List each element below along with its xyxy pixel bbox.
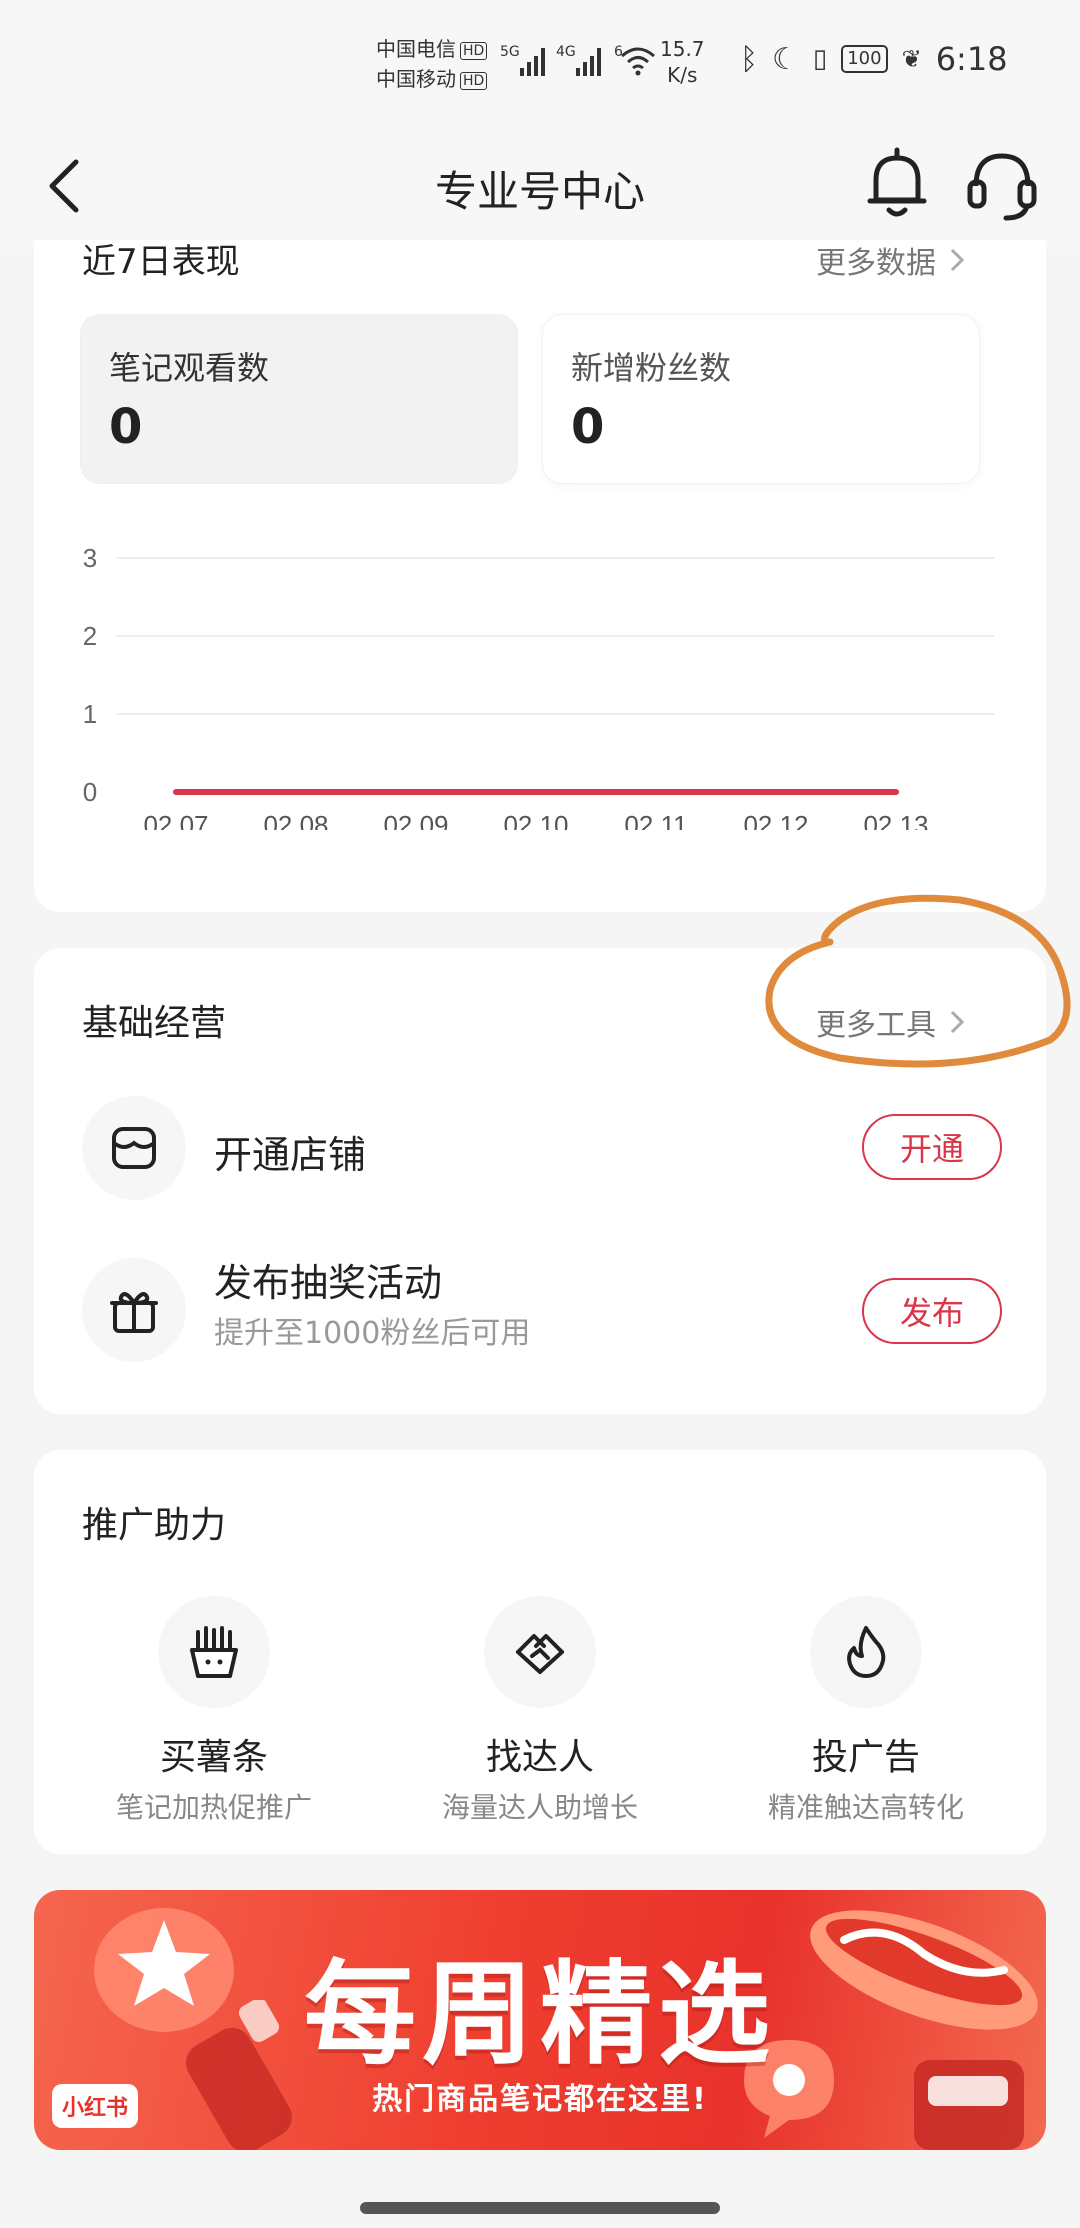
promo-subtitle: 海量达人助增长	[441, 1791, 638, 1824]
x-tick-label: 02.08	[263, 810, 328, 830]
performance-title: 近7日表现	[82, 242, 240, 282]
line-chart: 0 1 2 3 02.07 02.08 02.09 02.10 02.11 02.12 02.13	[83, 543, 994, 830]
wifi-icon	[621, 47, 655, 76]
stat-views-card[interactable]: 笔记观看数 0	[80, 314, 518, 484]
hd-badge: HD	[460, 41, 488, 60]
x-tick-label: 02.09	[383, 810, 448, 830]
carrier-1: 中国电信	[376, 37, 456, 61]
chevron-right-icon	[950, 248, 965, 272]
carrier-info: 中国电信 HD 中国移动 HD	[376, 34, 488, 94]
bell-icon	[867, 147, 927, 217]
y-tick-label: 2	[83, 621, 97, 651]
home-indicator[interactable]	[360, 2202, 720, 2214]
moon-icon: ☾	[772, 41, 799, 77]
bluetooth-icon: ᛒ	[740, 41, 758, 77]
flame-icon	[810, 1596, 922, 1708]
promo-title: 买薯条	[159, 1737, 268, 1778]
store-icon	[82, 1096, 186, 1200]
promo-advertise[interactable]: 投广告 精准触达高转化	[706, 1596, 1026, 1826]
performance-card: 近7日表现 更多数据 笔记观看数 0 新增粉丝数 0 0 1 2 3 02.07 02.0…	[34, 240, 1046, 912]
stat-followers-card[interactable]: 新增粉丝数 0	[542, 314, 980, 484]
x-tick-label: 02.07	[143, 810, 208, 830]
x-tick-label: 02.13	[863, 810, 928, 830]
brand-logo: 小红书	[52, 2084, 139, 2128]
banner-subtitle: 热门商品笔记都在这里!	[372, 2082, 708, 2117]
vibrate-icon: ▯	[812, 44, 828, 74]
status-bar: 中国电信 HD 中国移动 HD 5G 4G 6 15.7 K/s ᛒ ☾ ▯ 100…	[0, 0, 1080, 120]
clock: 6:18	[935, 40, 1008, 78]
stat-value: 0	[571, 399, 605, 455]
tool-title: 开通店铺	[214, 1133, 367, 1177]
promo-find-influencer[interactable]: 找达人 海量达人助增长	[380, 1596, 700, 1826]
more-data-link[interactable]: 更多数据	[816, 238, 966, 282]
x-tick-label: 02.11	[624, 810, 687, 830]
app-header: 专业号中心	[0, 120, 1080, 250]
open-store-button[interactable]: 开通	[862, 1114, 1002, 1180]
headset-icon	[967, 153, 1037, 221]
y-tick-label: 1	[83, 699, 97, 729]
network-speed: 15.7 K/s	[660, 37, 705, 87]
network-5g-label: 5G	[500, 44, 520, 60]
gift-icon	[82, 1258, 186, 1362]
notifications-button[interactable]	[862, 144, 932, 224]
basic-ops-title: 基础经营	[82, 1003, 227, 1044]
publish-lottery-button[interactable]: 发布	[862, 1278, 1002, 1344]
carrier-2: 中国移动	[376, 67, 456, 91]
promo-title: 投广告	[811, 1737, 920, 1778]
network-4g-label: 4G	[556, 44, 576, 60]
promo-subtitle: 笔记加热促推广	[115, 1791, 312, 1824]
banner-title: 每周精选	[304, 1950, 776, 2080]
stat-label: 新增粉丝数	[571, 349, 732, 387]
weekly-picks-banner[interactable]: 每周精选 热门商品笔记都在这里! 小红书	[34, 1890, 1046, 2150]
x-tick-label: 02.12	[743, 810, 808, 830]
chevron-right-icon	[950, 1010, 965, 1034]
stat-value: 0	[109, 399, 143, 455]
fries-icon	[158, 1596, 270, 1708]
battery-icon: 100	[841, 45, 888, 73]
promotion-card: 推广助力 买薯条 笔记加热促推广 找达人 海量达人助增长 投广告 精准触达高转化	[34, 1450, 1046, 1854]
tool-title: 发布抽奖活动	[214, 1261, 443, 1305]
y-tick-label: 3	[83, 543, 97, 573]
y-tick-label: 0	[83, 777, 97, 807]
customer-service-button[interactable]	[962, 142, 1042, 226]
tool-subtitle: 提升至1000粉丝后可用	[214, 1316, 531, 1351]
hd-badge: HD	[460, 71, 488, 90]
handshake-icon	[484, 1596, 596, 1708]
signal-bars-icon	[576, 46, 602, 76]
status-icons: ᛒ ☾ ▯ 100 ❦ 6:18	[740, 40, 1008, 78]
leaf-icon: ❦	[901, 45, 922, 73]
tool-lottery: 发布抽奖活动 提升至1000粉丝后可用 发布	[82, 1258, 1002, 1368]
signal-bars-icon	[520, 46, 546, 76]
stat-label: 笔记观看数	[109, 349, 270, 387]
x-tick-label: 02.10	[503, 810, 568, 830]
promo-subtitle: 精准触达高转化	[767, 1791, 964, 1824]
promo-buy-fries[interactable]: 买薯条 笔记加热促推广	[54, 1596, 374, 1826]
promotion-title: 推广助力	[82, 1505, 227, 1546]
basic-ops-card: 基础经营 更多工具 开通店铺 开通 发布抽奖活动 提升至1000粉丝后可用 发布	[34, 948, 1046, 1414]
tool-open-store: 开通店铺 开通	[82, 1096, 1002, 1206]
more-tools-link[interactable]: 更多工具	[816, 1000, 966, 1044]
promo-title: 找达人	[485, 1737, 594, 1778]
